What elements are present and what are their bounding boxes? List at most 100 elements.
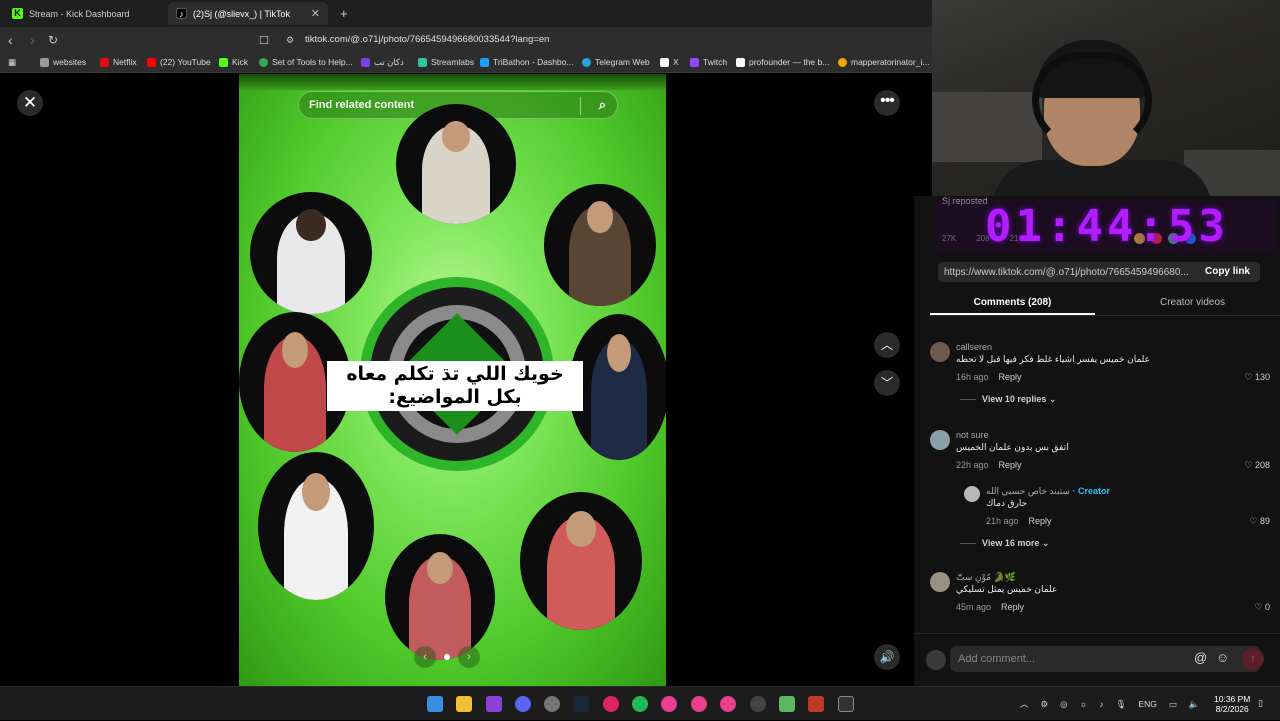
comment-likes[interactable]: ♡ 130 [1244, 372, 1270, 383]
bookmark-kick[interactable]: Kick [219, 57, 248, 67]
add-comment-input[interactable]: Add comment... [950, 646, 1260, 672]
forward-icon[interactable]: › [30, 32, 35, 48]
bookmark-x[interactable]: X [660, 57, 679, 67]
clock[interactable]: 10:36 PM 8/2/2026 [1214, 694, 1250, 714]
chevron-up-icon[interactable]: ︿ [1020, 698, 1029, 710]
chrome-icon[interactable] [544, 696, 560, 712]
tab-tiktok[interactable]: ♪ (2)Sj (@slievx_) | TikTok ✕ [168, 2, 328, 25]
notification-icon[interactable]: ▯ [1258, 698, 1268, 710]
language-indicator[interactable]: ENG [1138, 699, 1156, 709]
bookmark-dukkan[interactable]: دكان تب [361, 57, 404, 68]
record-icon[interactable] [603, 696, 619, 712]
mention-icon[interactable]: @ [1194, 650, 1207, 665]
apps-icon[interactable]: ▦ [8, 57, 16, 68]
brightness-icon[interactable]: ☼ [1080, 699, 1088, 709]
photo-slide[interactable]: Find related content ⌕ خويك اللي تڌ تكلم… [239, 74, 666, 686]
telegram-icon [582, 57, 591, 67]
volume-icon[interactable]: 🔈 [1189, 699, 1200, 710]
view-replies-button[interactable]: View 10 replies ⌄ [960, 394, 1056, 405]
url-field[interactable]: tiktok.com/@.o71j/photo/7665459496680033… [305, 34, 549, 45]
search-icon[interactable]: ⌕ [599, 97, 606, 113]
taskbar: ︿ ⚙ ◎ ☼ ♪ 🎙 ENG ▭ 🔈 10:36 PM 8/2/2026 ▯ [0, 686, 1280, 720]
tray-app-icon[interactable]: ◎ [1060, 699, 1067, 710]
previous-post-button[interactable]: ︿ [874, 332, 900, 358]
browser-icon[interactable] [486, 696, 502, 712]
comment-username[interactable]: ستبند خاص حسبي الله · Creator [986, 486, 1110, 497]
kick-icon [219, 57, 228, 67]
bookmark-netflix[interactable]: Netflix [100, 57, 137, 67]
bookmarks-bar: ▦ websites Netflix (22) YouTube Kick Set… [0, 53, 932, 73]
terminal-icon[interactable] [838, 696, 854, 712]
obs-icon[interactable] [750, 696, 766, 712]
avatar[interactable] [964, 486, 980, 502]
site-info-icon[interactable]: ⚙ [286, 35, 294, 46]
spotify-icon[interactable] [632, 696, 648, 712]
bookmark-telegram[interactable]: Telegram Web [582, 57, 650, 67]
portrait-upper-left [250, 192, 372, 314]
comment-username[interactable]: مُوْنِ ستّٓ 🐊🌿 [956, 572, 1016, 583]
bookmark-profounder[interactable]: profounder — the b... [736, 57, 829, 67]
browser-tab-bar: K Stream - Kick Dashboard ♪ (2)Sj (@slie… [0, 0, 932, 27]
comment-username[interactable]: callseren [956, 342, 992, 352]
comment-likes[interactable]: ♡ 89 [1249, 516, 1270, 527]
close-button[interactable]: ✕ [17, 90, 43, 116]
steam-icon[interactable] [573, 696, 589, 712]
next-slide-button[interactable]: › [458, 646, 480, 668]
minecraft-icon[interactable] [779, 696, 795, 712]
comment-likes[interactable]: ♡ 0 [1254, 602, 1270, 613]
chevron-up-icon: ︿ [880, 338, 893, 352]
back-icon[interactable]: ‹ [8, 32, 13, 48]
bookmark-twitch[interactable]: Twitch [690, 57, 727, 67]
audio-icon[interactable]: ♪ [1099, 699, 1103, 709]
comment-likes[interactable]: ♡ 208 [1244, 460, 1270, 471]
app-red-icon[interactable] [808, 696, 824, 712]
app-pink-2-icon[interactable] [691, 696, 707, 712]
comment-meta: 22h ago Reply [956, 460, 1022, 470]
bookmark-tribathon[interactable]: TriBathon - Dashbo... [480, 57, 573, 67]
share-link-box[interactable]: https://www.tiktok.com/@.o71j/photo/7665… [938, 262, 1260, 282]
view-more-replies-button[interactable]: View 16 more ⌄ [960, 538, 1049, 549]
bookmark-icon[interactable]: ☐ [259, 34, 269, 47]
bookmark-streamlabs[interactable]: Streamlabs [418, 57, 474, 67]
reply-button[interactable]: Reply [1001, 602, 1024, 612]
volume-button[interactable]: 🔊 [874, 644, 900, 670]
network-icon[interactable]: ▭ [1169, 699, 1177, 710]
clock-date: 8/2/2026 [1215, 704, 1249, 714]
comment-time: 45m ago [956, 602, 992, 612]
discord-icon[interactable] [515, 696, 531, 712]
bookmark-tools[interactable]: Set of Tools to Help... [259, 57, 353, 67]
netflix-icon [100, 57, 109, 67]
prev-slide-button[interactable]: ‹ [414, 646, 436, 668]
windows-start-icon[interactable] [427, 696, 443, 712]
tab-kick-dashboard[interactable]: K Stream - Kick Dashboard [4, 2, 166, 25]
avatar[interactable] [930, 572, 950, 592]
avatar [926, 650, 946, 670]
bookmark-youtube[interactable]: (22) YouTube [147, 57, 211, 67]
new-tab-button[interactable]: + [332, 2, 352, 25]
bookmark-websites[interactable]: websites [40, 57, 86, 67]
next-post-button[interactable]: ﹀ [874, 370, 900, 396]
tray-app-icon[interactable]: ⚙ [1041, 699, 1049, 710]
app-pink-1-icon[interactable] [661, 696, 677, 712]
comment-time: 22h ago [956, 460, 989, 470]
avatar[interactable] [930, 342, 950, 362]
copy-link-button[interactable]: Copy link [1205, 266, 1250, 277]
app-pink-3-icon[interactable] [720, 696, 736, 712]
file-explorer-icon[interactable] [456, 696, 472, 712]
microphone-icon[interactable]: 🎙 [1116, 699, 1127, 710]
comment-username[interactable]: not sure [956, 430, 989, 440]
bookmark-mapperatorinator[interactable]: mapperatorinator_i... [838, 57, 929, 67]
reply-button[interactable]: Reply [1029, 516, 1052, 526]
emoji-icon[interactable]: ☺ [1216, 650, 1229, 665]
reload-icon[interactable]: ↻ [48, 33, 58, 47]
reply-button[interactable]: Reply [999, 372, 1022, 382]
stream-timer: 01:44:53 [936, 200, 1278, 254]
close-tab-icon[interactable]: ✕ [311, 7, 320, 20]
reply-button[interactable]: Reply [999, 460, 1022, 470]
send-comment-button[interactable]: ↑ [1242, 648, 1264, 670]
tab-comments[interactable]: Comments (208) [930, 297, 1095, 315]
avatar[interactable] [930, 430, 950, 450]
more-options-button[interactable]: ••• [874, 90, 900, 116]
tab-creator-videos[interactable]: Creator videos [1110, 297, 1275, 308]
heart-icon: ♡ [1254, 602, 1265, 612]
